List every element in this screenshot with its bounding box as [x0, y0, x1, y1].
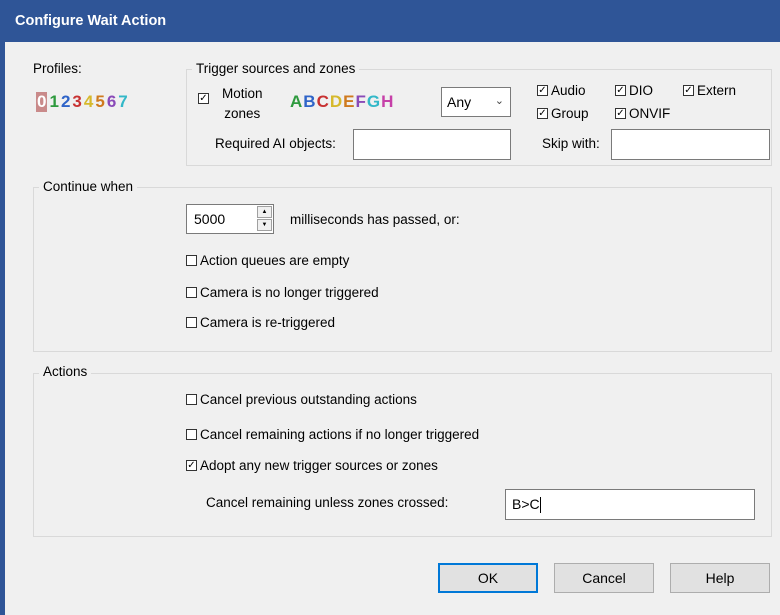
chevron-down-icon: ⌄	[494, 95, 504, 107]
spinner-buttons: ▲ ▼	[257, 206, 272, 232]
ok-button[interactable]: OK	[438, 563, 538, 593]
profile-selector[interactable]: 01234567	[36, 92, 128, 112]
group-label: Group	[551, 106, 589, 121]
title-bar: Configure Wait Action	[5, 0, 780, 42]
zone-b[interactable]: B	[303, 92, 315, 112]
extern-label: Extern	[697, 83, 737, 98]
onvif-checkbox[interactable]: ✓ ONVIF	[615, 106, 670, 121]
checkbox-box: ✓	[186, 459, 197, 471]
checkbox-box	[186, 287, 197, 298]
zone-selector[interactable]: ABCDEFGH	[290, 92, 393, 112]
cancel-remaining-checkbox[interactable]: Cancel remaining actions if no longer tr…	[186, 427, 479, 442]
help-button[interactable]: Help	[670, 563, 770, 593]
window-border	[0, 0, 5, 615]
window-title: Configure Wait Action	[15, 13, 167, 29]
profile-2[interactable]: 2	[61, 92, 70, 112]
cancel-previous-label: Cancel previous outstanding actions	[200, 392, 417, 407]
checkbox-box: ✓	[683, 84, 694, 96]
motion-zones-checkbox[interactable]: ✓	[198, 93, 209, 104]
cancel-previous-checkbox[interactable]: Cancel previous outstanding actions	[186, 392, 417, 407]
onvif-label: ONVIF	[629, 106, 671, 121]
extern-checkbox[interactable]: ✓ Extern	[683, 83, 736, 98]
required-ai-label: Required AI objects:	[215, 136, 336, 151]
re-triggered-checkbox[interactable]: Camera is re-triggered	[186, 315, 335, 330]
spin-down-icon[interactable]: ▼	[257, 219, 272, 231]
cancel-button[interactable]: Cancel	[554, 563, 654, 593]
zone-mode-value: Any	[447, 94, 472, 110]
dio-checkbox[interactable]: ✓ DIO	[615, 83, 653, 98]
audio-label: Audio	[551, 83, 586, 98]
spin-up-icon[interactable]: ▲	[257, 206, 272, 218]
profile-1[interactable]: 1	[49, 92, 58, 112]
audio-checkbox[interactable]: ✓ Audio	[537, 83, 586, 98]
zone-e[interactable]: E	[343, 92, 354, 112]
zone-h[interactable]: H	[381, 92, 393, 112]
checkbox-box: ✓	[615, 107, 626, 119]
zone-c[interactable]: C	[317, 92, 329, 112]
continue-when-title: Continue when	[39, 179, 138, 194]
queues-empty-checkbox[interactable]: Action queues are empty	[186, 253, 349, 268]
checkbox-box: ✓	[537, 84, 548, 96]
queues-empty-label: Action queues are empty	[200, 253, 350, 268]
text-cursor	[539, 497, 541, 514]
cancel-remaining-label: Cancel remaining actions if no longer tr…	[200, 427, 480, 442]
checkbox-box	[186, 429, 197, 440]
profile-3[interactable]: 3	[72, 92, 81, 112]
zones-crossed-input[interactable]: B>C	[505, 489, 755, 520]
milliseconds-spinner[interactable]: 5000 ▲ ▼	[186, 204, 274, 234]
profile-6[interactable]: 6	[107, 92, 116, 112]
group-checkbox[interactable]: ✓ Group	[537, 106, 589, 121]
checkbox-box	[186, 394, 197, 405]
profile-4[interactable]: 4	[84, 92, 93, 112]
motion-label-line2: zones	[224, 106, 261, 121]
checkbox-box: ✓	[615, 84, 626, 96]
milliseconds-value: 5000	[194, 211, 226, 227]
adopt-trigger-checkbox[interactable]: ✓ Adopt any new trigger sources or zones	[186, 458, 438, 473]
zones-crossed-label: Cancel remaining unless zones crossed:	[206, 495, 449, 510]
profile-7[interactable]: 7	[118, 92, 127, 112]
zone-f[interactable]: F	[355, 92, 365, 112]
actions-title: Actions	[39, 364, 92, 379]
no-longer-triggered-checkbox[interactable]: Camera is no longer triggered	[186, 285, 379, 300]
milliseconds-label: milliseconds has passed, or:	[290, 212, 460, 227]
skip-with-label: Skip with:	[542, 136, 600, 151]
zone-g[interactable]: G	[367, 92, 380, 112]
motion-zones-label: Motion zones	[222, 84, 263, 124]
profiles-label: Profiles:	[33, 61, 82, 76]
zone-d[interactable]: D	[330, 92, 342, 112]
trigger-sources-title: Trigger sources and zones	[192, 61, 360, 76]
dio-label: DIO	[629, 83, 654, 98]
zone-a[interactable]: A	[290, 92, 302, 112]
checkbox-box: ✓	[537, 107, 548, 119]
adopt-trigger-label: Adopt any new trigger sources or zones	[200, 458, 438, 473]
zone-mode-select[interactable]: Any ⌄	[441, 87, 511, 117]
skip-with-input[interactable]	[611, 129, 770, 160]
zones-crossed-value: B>C	[512, 496, 540, 512]
profile-0[interactable]: 0	[36, 92, 48, 112]
checkbox-box	[186, 255, 197, 266]
re-triggered-label: Camera is re-triggered	[200, 315, 336, 330]
profile-5[interactable]: 5	[95, 92, 104, 112]
checkbox-box	[186, 317, 197, 328]
motion-label-line1: Motion	[222, 86, 263, 101]
checkbox-box: ✓	[198, 92, 209, 104]
no-longer-triggered-label: Camera is no longer triggered	[200, 285, 379, 300]
required-ai-input[interactable]	[353, 129, 511, 160]
